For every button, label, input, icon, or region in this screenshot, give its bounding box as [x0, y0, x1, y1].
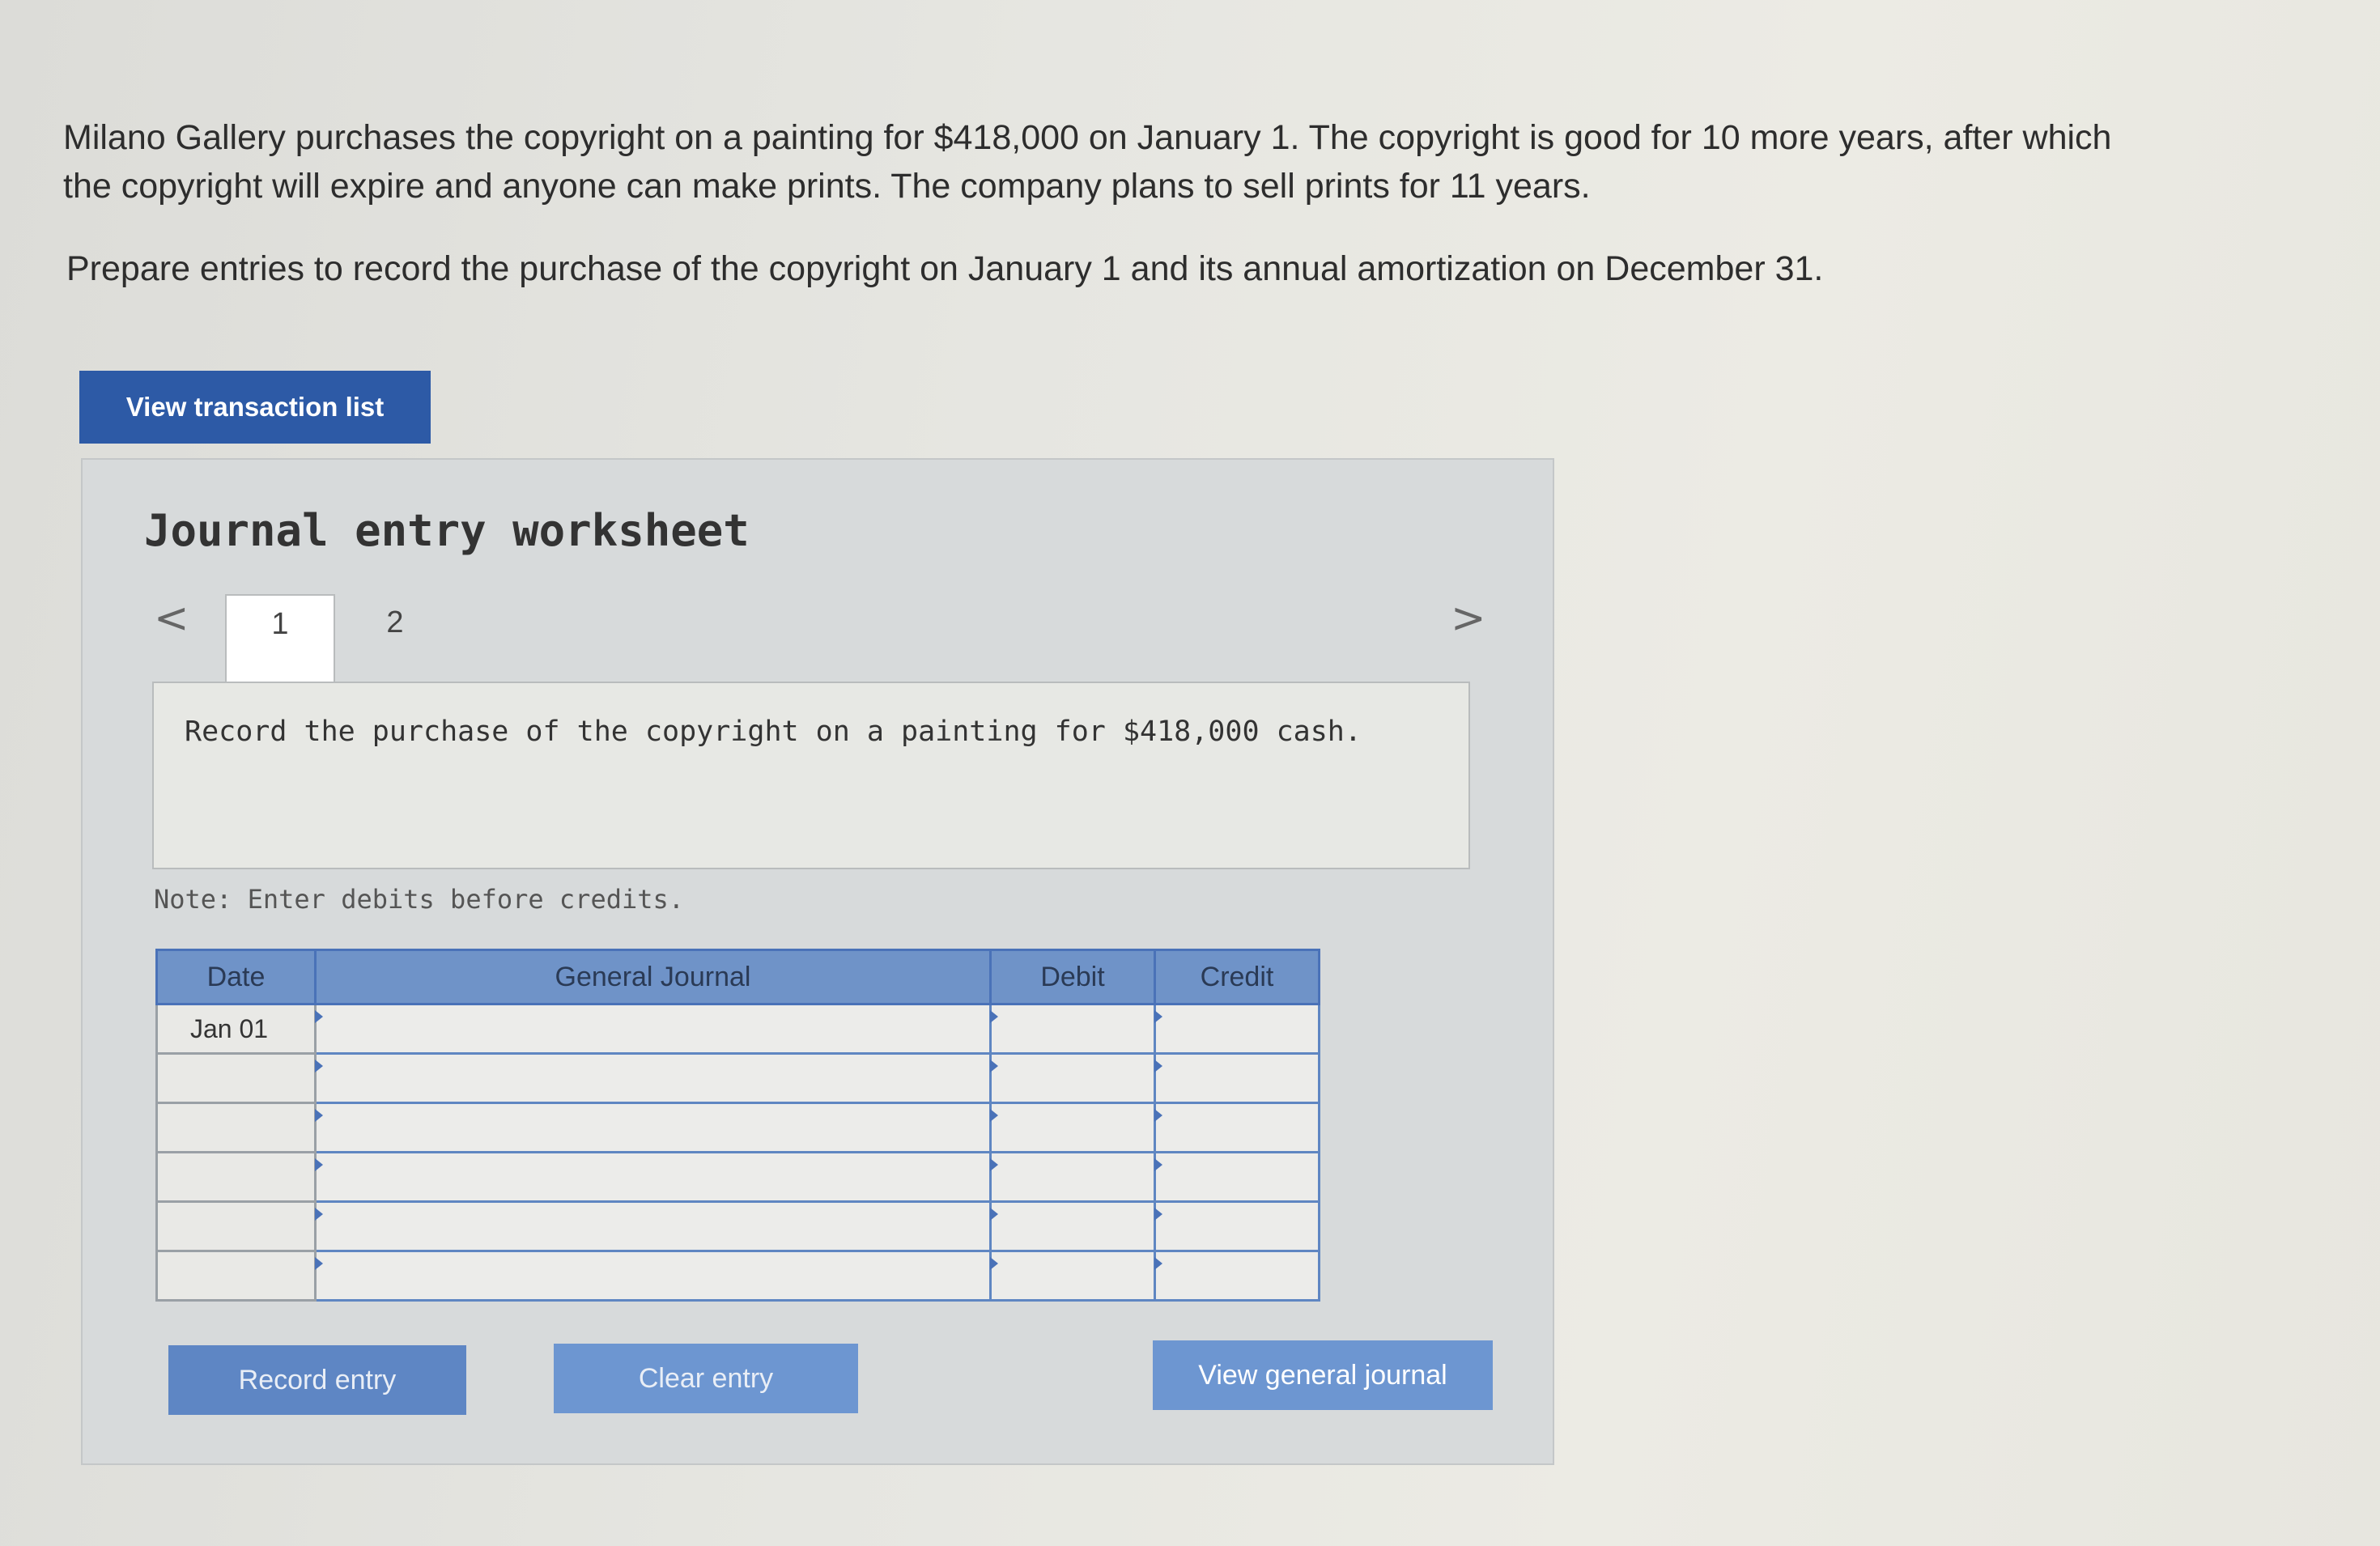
debit-input[interactable] [989, 1052, 1156, 1104]
header-credit: Credit [1154, 949, 1320, 1005]
credit-input[interactable] [1154, 1200, 1320, 1252]
record-entry-button[interactable]: Record entry [168, 1345, 466, 1415]
credit-input[interactable] [1154, 1250, 1320, 1302]
date-cell[interactable] [155, 1052, 317, 1104]
problem-prompt: Prepare entries to record the purchase o… [66, 249, 1824, 288]
table-row [155, 1102, 1320, 1153]
chevron-left-icon[interactable]: < [154, 597, 189, 639]
instruction-box: Record the purchase of the copyright on … [152, 682, 1470, 869]
date-cell[interactable]: Jan 01 [155, 1003, 317, 1055]
clear-entry-button[interactable]: Clear entry [554, 1344, 858, 1413]
account-input[interactable] [314, 1151, 992, 1203]
chevron-right-icon[interactable]: > [1451, 597, 1486, 639]
account-input[interactable] [314, 1052, 992, 1104]
credit-input[interactable] [1154, 1003, 1320, 1055]
worksheet-title: Journal entry worksheet [144, 505, 750, 556]
account-input[interactable] [314, 1102, 992, 1153]
view-general-journal-button[interactable]: View general journal [1153, 1340, 1493, 1410]
debit-input[interactable] [989, 1151, 1156, 1203]
table-row [155, 1052, 1320, 1104]
page-tab-1[interactable]: 1 [225, 594, 335, 682]
account-input[interactable] [314, 1200, 992, 1252]
screen: Milano Gallery purchases the copyright o… [0, 0, 2380, 1546]
account-input[interactable] [314, 1003, 992, 1055]
table-row [155, 1151, 1320, 1203]
table-header-row: Date General Journal Debit Credit [155, 949, 1320, 1005]
credit-input[interactable] [1154, 1052, 1320, 1104]
table-row [155, 1250, 1320, 1302]
debit-input[interactable] [989, 1250, 1156, 1302]
debit-input[interactable] [989, 1003, 1156, 1055]
note-text: Note: Enter debits before credits. [154, 884, 685, 915]
header-general-journal: General Journal [314, 949, 992, 1005]
header-debit: Debit [989, 949, 1156, 1005]
header-date: Date [155, 949, 317, 1005]
instruction-text: Record the purchase of the copyright on … [185, 716, 1362, 748]
table-row: Jan 01 [155, 1003, 1320, 1055]
debit-input[interactable] [989, 1200, 1156, 1252]
credit-input[interactable] [1154, 1151, 1320, 1203]
page-tab-2[interactable]: 2 [340, 594, 450, 682]
view-transaction-list-button[interactable]: View transaction list [79, 371, 431, 444]
date-cell[interactable] [155, 1200, 317, 1252]
date-cell[interactable] [155, 1250, 317, 1302]
problem-statement: Milano Gallery purchases the copyright o… [63, 118, 2112, 206]
date-cell[interactable] [155, 1102, 317, 1153]
table-row [155, 1200, 1320, 1252]
journal-entry-worksheet: Journal entry worksheet < 1 2 > Record t… [81, 458, 1554, 1465]
account-input[interactable] [314, 1250, 992, 1302]
general-journal-table: Date General Journal Debit Credit Jan 01 [155, 949, 1320, 1302]
credit-input[interactable] [1154, 1102, 1320, 1153]
date-cell[interactable] [155, 1151, 317, 1203]
debit-input[interactable] [989, 1102, 1156, 1153]
